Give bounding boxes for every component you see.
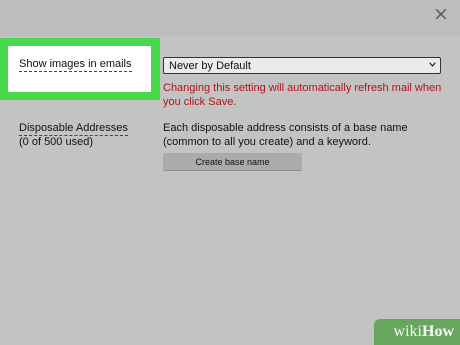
show-images-select[interactable]: Never by Default: [163, 57, 441, 74]
close-icon[interactable]: ×: [432, 4, 450, 24]
disposable-addresses-label: Disposable Addresses (0 of 500 used): [19, 122, 128, 149]
select-value: Never by Default: [169, 60, 251, 72]
chevron-down-icon: [429, 62, 436, 67]
watermark-suffix: How: [422, 323, 454, 340]
watermark-text: wikiHow: [394, 323, 454, 341]
disposable-count: (0 of 500 used): [19, 136, 93, 148]
disposable-title: Disposable Addresses: [19, 122, 128, 136]
create-base-name-button[interactable]: Create base name: [163, 153, 302, 171]
show-images-label: Show images in emails: [19, 58, 132, 72]
disposable-description: Each disposable address consists of a ba…: [163, 122, 408, 148]
watermark-prefix: wiki: [393, 323, 422, 340]
dialog-header: ×: [0, 0, 460, 36]
wikihow-watermark: wikiHow: [374, 319, 460, 345]
refresh-warning: Changing this setting will automatically…: [163, 82, 442, 108]
